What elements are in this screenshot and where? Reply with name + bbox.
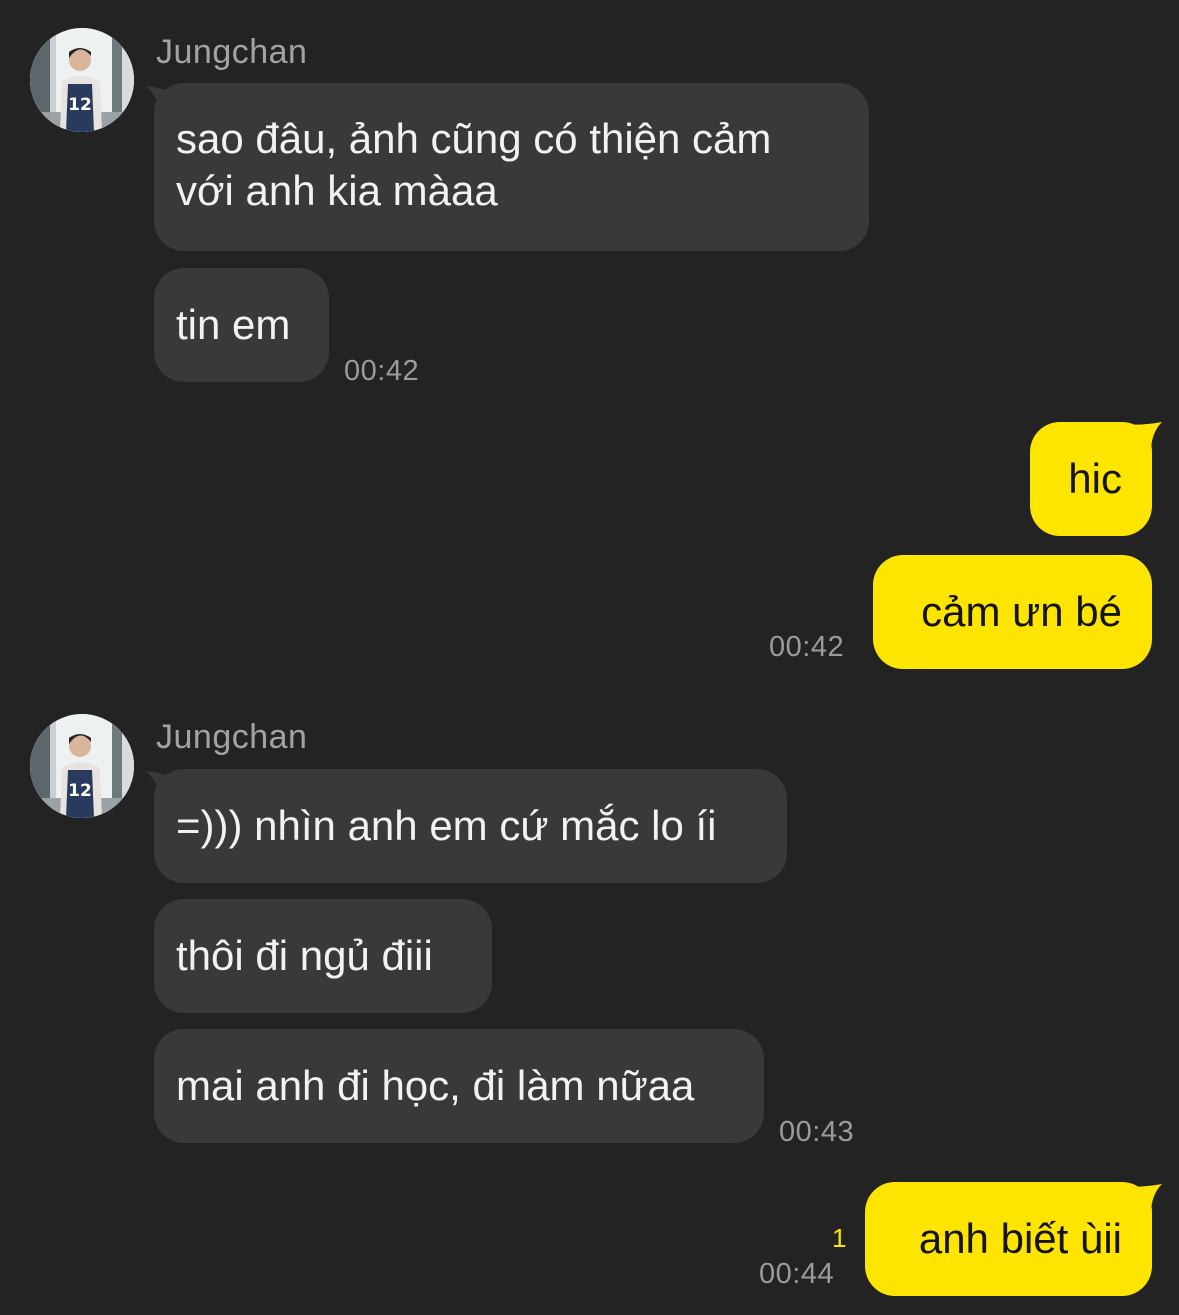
chat-screen: 12 Jungchan sao đâu, ảnh cũng có thiện c… — [0, 0, 1179, 1315]
unread-count: 1 — [832, 1223, 847, 1253]
message-text: =))) nhìn anh em cứ mắc lo íi — [176, 802, 717, 849]
avatar[interactable]: 12 — [30, 28, 134, 132]
avatar[interactable]: 12 — [30, 714, 134, 818]
message-text: hic — [1068, 455, 1122, 502]
message-text: anh biết ùii — [918, 1215, 1122, 1262]
message-text: tin em — [176, 301, 291, 348]
sender-name: Jungchan — [156, 33, 308, 71]
profile-photo-icon: 12 — [30, 28, 134, 132]
svg-text:12: 12 — [68, 95, 92, 115]
message-bubble[interactable]: sao đâu, ảnh cũng có thiện cảm với anh k… — [154, 83, 869, 251]
sender-name: Jungchan — [156, 718, 308, 756]
message-line: sao đâu, ảnh cũng có thiện cảm — [176, 115, 772, 162]
message-text: cảm ưn bé — [921, 588, 1122, 635]
timestamp: 00:42 — [769, 631, 845, 663]
message-bubble[interactable]: mai anh đi học, đi làm nữaa — [154, 1029, 764, 1143]
profile-photo-icon: 12 — [30, 714, 134, 818]
message-bubble[interactable]: hic — [1030, 422, 1152, 536]
timestamp: 00:44 — [759, 1258, 835, 1290]
message-line: với anh kia màaa — [176, 167, 498, 214]
message-bubble[interactable]: anh biết ùii — [865, 1182, 1152, 1296]
message-bubble[interactable]: =))) nhìn anh em cứ mắc lo íi — [154, 769, 787, 883]
message-text: mai anh đi học, đi làm nữaa — [176, 1062, 695, 1109]
message-text: thôi đi ngủ điii — [176, 932, 433, 979]
message-bubble[interactable]: cảm ưn bé — [873, 555, 1152, 669]
svg-text:12: 12 — [68, 781, 92, 801]
message-bubble[interactable]: tin em — [154, 268, 329, 382]
timestamp: 00:42 — [344, 355, 420, 387]
message-bubble[interactable]: thôi đi ngủ điii — [154, 899, 492, 1013]
timestamp: 00:43 — [779, 1116, 855, 1148]
